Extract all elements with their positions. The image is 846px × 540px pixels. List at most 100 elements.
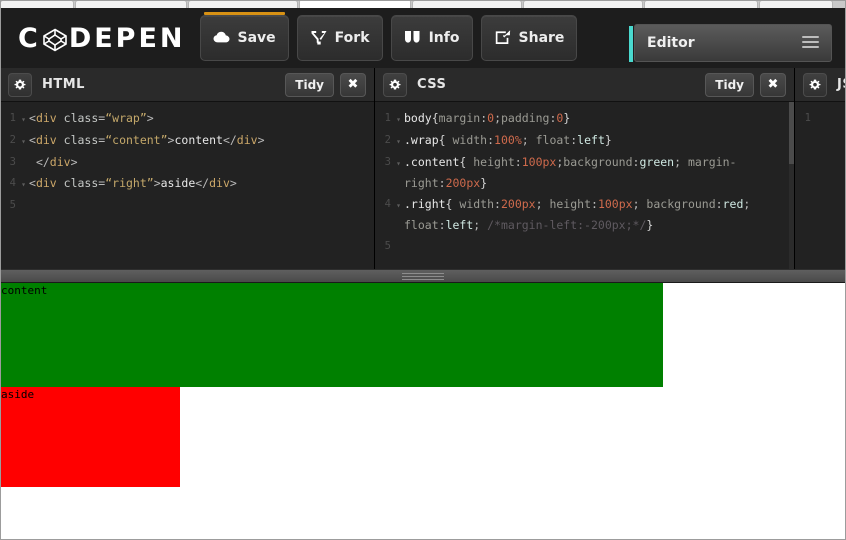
line-number: 5	[9, 199, 16, 211]
codepen-logo[interactable]: C DEPEN	[0, 8, 200, 68]
browser-tab[interactable]	[0, 0, 74, 8]
line-number: 3	[384, 156, 391, 168]
pane-css-title: CSS	[417, 77, 447, 92]
info-icon	[404, 30, 422, 46]
fold-arrow-icon[interactable]: ▾	[393, 152, 404, 174]
info-button-label: Info	[428, 30, 460, 46]
fork-button-label: Fork	[334, 30, 370, 46]
fold-arrow-icon[interactable]	[393, 236, 404, 237]
code-text: body{margin:0;padding:0}	[404, 111, 571, 125]
css-code-editor[interactable]: 1 ▾ body{margin:0;padding:0} 2 ▾ .wrap{ width…	[375, 102, 794, 269]
code-text: <div class=“right”>aside</div>	[29, 176, 237, 190]
pane-html: HTML Tidy ✖ 1 ▾ <div class=“wrap”> 2 ▾ <div c…	[0, 68, 375, 269]
preview-result-frame[interactable]: content aside	[0, 283, 846, 535]
code-line: 4 ▾ .right{ width:200px; height:100px; bac…	[375, 194, 794, 236]
code-line: 2 ▾ .wrap{ width:100%; float:left}	[375, 130, 794, 152]
line-number: 1	[384, 112, 391, 124]
share-icon	[494, 30, 512, 46]
pane-js-header: JS	[795, 68, 846, 102]
share-button-label: Share	[518, 30, 565, 46]
editor-accent-bar	[629, 26, 633, 62]
code-line: 5	[375, 236, 794, 257]
js-code-editor[interactable]: 1	[795, 102, 846, 269]
window-bottom-edge	[0, 535, 846, 540]
line-number: 2	[384, 134, 391, 146]
browser-tab[interactable]	[188, 0, 298, 8]
editor-panel-label: Editor	[647, 35, 695, 51]
preview-content-box: content	[0, 283, 663, 387]
html-close-button[interactable]: ✖	[340, 72, 366, 97]
css-editor-scrollbar[interactable]	[789, 102, 794, 269]
fork-icon	[310, 30, 328, 46]
pane-css-header: CSS Tidy ✖	[375, 68, 794, 102]
fold-arrow-icon[interactable]: ▾	[18, 130, 29, 152]
code-text: </div>	[29, 155, 78, 169]
preview-aside-label: aside	[1, 388, 35, 401]
preview-aside-box: aside	[0, 387, 180, 487]
code-text: .content{ height:100px;background:green;…	[404, 155, 737, 190]
code-text: .right{ width:200px; height:100px; backg…	[404, 197, 758, 232]
line-number: 4	[384, 198, 391, 210]
fold-arrow-icon[interactable]	[813, 108, 824, 109]
css-close-button[interactable]: ✖	[760, 72, 786, 97]
pane-html-title: HTML	[42, 77, 85, 92]
code-line: 1	[795, 108, 846, 129]
hamburger-icon[interactable]	[802, 36, 819, 50]
fold-arrow-icon[interactable]	[18, 152, 29, 153]
pane-js-title: JS	[837, 77, 846, 92]
line-number: 2	[9, 134, 16, 146]
save-button-label: Save	[237, 30, 276, 46]
gear-icon[interactable]	[8, 72, 32, 97]
line-number: 1	[804, 112, 811, 124]
code-line: 5	[0, 195, 374, 216]
browser-tab[interactable]	[523, 0, 643, 8]
editor-panes: HTML Tidy ✖ 1 ▾ <div class=“wrap”> 2 ▾ <div c…	[0, 68, 846, 269]
fold-arrow-icon[interactable]: ▾	[18, 173, 29, 195]
logo-text-depen: DEPEN	[68, 22, 186, 54]
code-line: 3 </div>	[0, 152, 374, 173]
pane-html-header: HTML Tidy ✖	[0, 68, 374, 102]
line-number: 5	[384, 240, 391, 252]
browser-tab[interactable]	[75, 0, 187, 8]
code-line: 2 ▾ <div class=“content”>content</div>	[0, 130, 374, 152]
fork-button[interactable]: Fork	[296, 15, 383, 61]
resize-grip-icon	[402, 273, 444, 282]
save-button[interactable]: Save	[199, 12, 289, 61]
code-text: <div class=“content”>content</div>	[29, 133, 265, 147]
save-button-accent	[203, 12, 285, 15]
codepen-app-window: C DEPEN Save Fork Info Share Editor HTML…	[0, 0, 846, 540]
app-header: C DEPEN Save Fork Info Share Editor	[0, 8, 846, 68]
fold-arrow-icon[interactable]: ▾	[393, 108, 404, 130]
fold-arrow-icon[interactable]: ▾	[393, 130, 404, 152]
code-line: 1 ▾ body{margin:0;padding:0}	[375, 108, 794, 130]
html-code-editor[interactable]: 1 ▾ <div class=“wrap”> 2 ▾ <div class=“conten…	[0, 102, 374, 269]
code-line: 1 ▾ <div class=“wrap”>	[0, 108, 374, 130]
line-number: 1	[9, 112, 16, 124]
fold-arrow-icon[interactable]: ▾	[18, 108, 29, 130]
browser-tab-active[interactable]	[299, 0, 411, 8]
cloud-icon	[213, 30, 231, 46]
browser-tab-strip[interactable]	[0, 0, 846, 8]
editor-panel-selector[interactable]: Editor	[629, 24, 832, 62]
header-action-buttons: Save Fork Info Share	[199, 8, 586, 75]
fold-arrow-icon[interactable]	[18, 195, 29, 196]
css-tidy-button[interactable]: Tidy	[705, 72, 754, 97]
info-button[interactable]: Info	[390, 15, 473, 61]
gear-icon[interactable]	[383, 72, 407, 97]
editor-preview-splitter[interactable]	[0, 269, 846, 283]
line-number: 4	[9, 177, 16, 189]
line-number: 3	[9, 156, 16, 168]
browser-tab[interactable]	[412, 0, 522, 8]
preview-content-label: content	[1, 284, 48, 297]
gear-icon[interactable]	[803, 72, 827, 97]
fold-arrow-icon[interactable]: ▾	[393, 194, 404, 216]
pane-js: JS 1	[795, 68, 846, 269]
code-line: 3 ▾ .content{ height:100px;background:gree…	[375, 152, 794, 194]
browser-tab[interactable]	[759, 0, 833, 8]
code-text: <div class=“wrap”>	[29, 111, 154, 125]
browser-tab[interactable]	[644, 0, 758, 8]
pane-css: CSS Tidy ✖ 1 ▾ body{margin:0;padding:0} 2 ▾.…	[375, 68, 795, 269]
code-text: .wrap{ width:100%; float:left}	[404, 133, 612, 147]
html-tidy-button[interactable]: Tidy	[285, 72, 334, 97]
share-button[interactable]: Share	[480, 15, 578, 61]
